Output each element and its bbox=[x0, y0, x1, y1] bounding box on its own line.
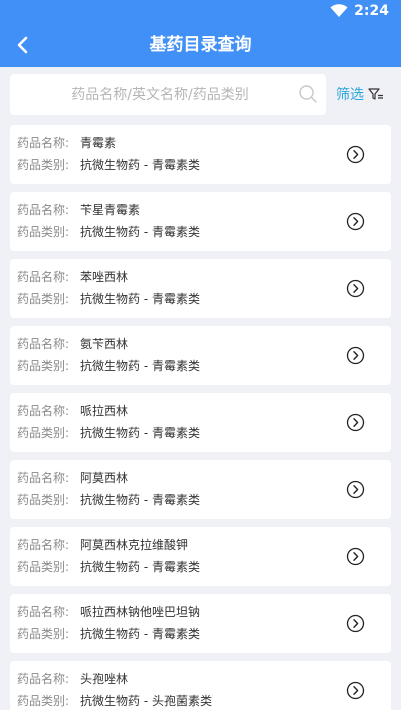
drug-category-label: 药品类别: bbox=[17, 694, 70, 708]
drug-category-label: 药品类别: bbox=[17, 292, 70, 306]
drug-list: 药品名称: 青霉素 药品类别: 抗微生物药 - 青霉素类 药品名称: 苄星青霉素 药品… bbox=[10, 125, 391, 710]
drug-name-label: 药品名称: bbox=[17, 203, 70, 217]
chevron-right-circle-icon[interactable] bbox=[346, 614, 365, 633]
drug-category: 抗微生物药 - 青霉素类 bbox=[80, 560, 200, 574]
filter-label: 筛选 bbox=[336, 87, 364, 103]
drug-category-label: 药品类别: bbox=[17, 225, 70, 239]
drug-category-label: 药品类别: bbox=[17, 627, 70, 641]
drug-list-item[interactable]: 药品名称: 哌拉西林 药品类别: 抗微生物药 - 青霉素类 bbox=[10, 393, 391, 452]
drug-list-item[interactable]: 药品名称: 氨苄西林 药品类别: 抗微生物药 - 青霉素类 bbox=[10, 326, 391, 385]
drug-name: 青霉素 bbox=[80, 136, 117, 150]
page-title: 基药目录查询 bbox=[149, 35, 252, 55]
drug-name: 苯唑西林 bbox=[80, 270, 129, 284]
drug-category-label: 药品类别: bbox=[17, 359, 70, 373]
search-input[interactable] bbox=[10, 74, 290, 115]
drug-name-label: 药品名称: bbox=[17, 672, 70, 686]
drug-name-label: 药品名称: bbox=[17, 605, 70, 619]
drug-list-item[interactable]: 药品名称: 苄星青霉素 药品类别: 抗微生物药 - 青霉素类 bbox=[10, 192, 391, 251]
drug-list-item[interactable]: 药品名称: 阿莫西林 药品类别: 抗微生物药 - 青霉素类 bbox=[10, 460, 391, 519]
drug-name-label: 药品名称: bbox=[17, 471, 70, 485]
drug-category-label: 药品类别: bbox=[17, 158, 70, 172]
chevron-right-circle-icon[interactable] bbox=[346, 212, 365, 231]
drug-name: 哌拉西林钠他唑巴坦钠 bbox=[80, 605, 201, 619]
drug-category: 抗微生物药 - 青霉素类 bbox=[80, 225, 200, 239]
drug-category: 抗微生物药 - 头孢菌素类 bbox=[80, 694, 212, 708]
drug-category-label: 药品类别: bbox=[17, 560, 70, 574]
status-bar: 2:24 bbox=[0, 0, 401, 25]
drug-name-label: 药品名称: bbox=[17, 136, 70, 150]
drug-category-label: 药品类别: bbox=[17, 493, 70, 507]
back-button[interactable] bbox=[10, 32, 36, 58]
drug-category: 抗微生物药 - 青霉素类 bbox=[80, 426, 200, 440]
drug-name-label: 药品名称: bbox=[17, 337, 70, 351]
chevron-right-circle-icon[interactable] bbox=[346, 346, 365, 365]
chevron-right-circle-icon[interactable] bbox=[346, 480, 365, 499]
drug-category: 抗微生物药 - 青霉素类 bbox=[80, 359, 200, 373]
status-right: 2:24 bbox=[330, 3, 389, 19]
drug-category: 抗微生物药 - 青霉素类 bbox=[80, 158, 200, 172]
drug-name-label: 药品名称: bbox=[17, 404, 70, 418]
drug-name: 苄星青霉素 bbox=[80, 203, 141, 217]
filter-icon bbox=[368, 88, 383, 100]
drug-name: 氨苄西林 bbox=[80, 337, 129, 351]
chevron-right-circle-icon[interactable] bbox=[346, 279, 365, 298]
filter-button[interactable]: 筛选 bbox=[336, 80, 384, 108]
app-bar: 基药目录查询 bbox=[0, 25, 401, 67]
drug-category: 抗微生物药 - 青霉素类 bbox=[80, 292, 200, 306]
drug-list-item[interactable]: 药品名称: 阿莫西林克拉维酸钾 药品类别: 抗微生物药 - 青霉素类 bbox=[10, 527, 391, 586]
chevron-right-circle-icon[interactable] bbox=[346, 681, 365, 700]
chevron-right-circle-icon[interactable] bbox=[346, 145, 365, 164]
drug-list-item[interactable]: 药品名称: 苯唑西林 药品类别: 抗微生物药 - 青霉素类 bbox=[10, 259, 391, 318]
drug-category-label: 药品类别: bbox=[17, 426, 70, 440]
wifi-icon bbox=[330, 4, 348, 17]
drug-name: 阿莫西林克拉维酸钾 bbox=[80, 538, 189, 552]
drug-name: 头孢唑林 bbox=[80, 672, 129, 686]
chevron-right-circle-icon[interactable] bbox=[346, 413, 365, 432]
status-time: 2:24 bbox=[354, 3, 389, 19]
search-icon[interactable] bbox=[298, 84, 318, 104]
drug-list-item[interactable]: 药品名称: 青霉素 药品类别: 抗微生物药 - 青霉素类 bbox=[10, 125, 391, 184]
chevron-right-circle-icon[interactable] bbox=[346, 547, 365, 566]
search-bar bbox=[10, 74, 326, 115]
drug-name-label: 药品名称: bbox=[17, 270, 70, 284]
drug-list-item[interactable]: 药品名称: 哌拉西林钠他唑巴坦钠 药品类别: 抗微生物药 - 青霉素类 bbox=[10, 594, 391, 653]
drug-name: 哌拉西林 bbox=[80, 404, 129, 418]
chevron-left-icon bbox=[17, 36, 28, 54]
drug-category: 抗微生物药 - 青霉素类 bbox=[80, 627, 200, 641]
drug-name: 阿莫西林 bbox=[80, 471, 129, 485]
drug-name-label: 药品名称: bbox=[17, 538, 70, 552]
drug-list-item[interactable]: 药品名称: 头孢唑林 药品类别: 抗微生物药 - 头孢菌素类 bbox=[10, 661, 391, 710]
drug-category: 抗微生物药 - 青霉素类 bbox=[80, 493, 200, 507]
